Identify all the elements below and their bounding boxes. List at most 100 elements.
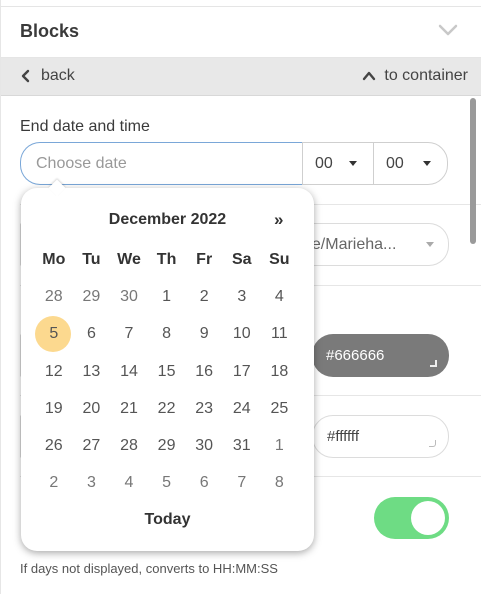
text-color-input[interactable]: #666666: [312, 334, 449, 377]
minute-select[interactable]: 00: [373, 142, 448, 185]
next-month-button[interactable]: »: [274, 210, 283, 230]
navigation-bar: back to container: [1, 58, 481, 96]
calendar-day-number: 2: [199, 288, 209, 306]
calendar-day[interactable]: 2: [185, 278, 223, 315]
calendar-day[interactable]: 12: [35, 353, 73, 390]
calendar-day[interactable]: 27: [73, 427, 111, 464]
chevron-up-icon: [363, 71, 376, 81]
background-color-value: #ffffff: [327, 428, 359, 445]
weekday-label: Tu: [82, 250, 101, 268]
calendar-day-number: 7: [237, 474, 247, 492]
calendar-day-number: 30: [195, 437, 214, 455]
toggle-knob: [411, 501, 445, 535]
to-container-button[interactable]: to container: [362, 67, 468, 85]
calendar-day[interactable]: 7: [223, 464, 261, 501]
calendar-day-number: 5: [162, 474, 172, 492]
display-days-toggle[interactable]: [374, 497, 449, 539]
calendar-day[interactable]: 13: [73, 353, 111, 390]
calendar-day-number: 14: [120, 362, 138, 380]
caret-down-icon: [423, 161, 431, 166]
calendar-day[interactable]: 6: [73, 315, 111, 352]
calendar-day[interactable]: 10: [223, 315, 261, 352]
calendar-day-number: 1: [162, 288, 172, 306]
resize-handle-icon: [430, 360, 437, 367]
calendar-day[interactable]: 15: [148, 353, 186, 390]
calendar-day-number: 28: [44, 288, 63, 306]
calendar-day-number: 21: [120, 399, 138, 417]
calendar-day-number: 17: [232, 362, 251, 380]
text-color-value: #666666: [326, 347, 385, 364]
calendar-day[interactable]: 1: [261, 427, 299, 464]
calendar-day[interactable]: 7: [110, 315, 148, 352]
calendar-day-number: 29: [157, 437, 176, 455]
calendar-day-number: 8: [162, 325, 172, 343]
resize-handle-icon: [429, 440, 436, 447]
weekday-label: We: [117, 250, 141, 268]
timezone-value: pe/Marieha...: [303, 235, 397, 253]
calendar-day[interactable]: 3: [223, 278, 261, 315]
calendar-day[interactable]: 4: [261, 278, 299, 315]
today-button[interactable]: Today: [21, 511, 314, 529]
calendar-day-number: 18: [270, 362, 289, 380]
calendar-day-number: 11: [271, 325, 288, 343]
calendar-day-number: 27: [82, 437, 101, 455]
calendar-day[interactable]: 14: [110, 353, 148, 390]
back-button[interactable]: back: [19, 67, 75, 85]
calendar-day[interactable]: 2: [35, 464, 73, 501]
calendar-day-number: 1: [274, 437, 284, 455]
calendar-day[interactable]: 4: [110, 464, 148, 501]
calendar-day-number: 13: [82, 362, 101, 380]
calendar-day[interactable]: 28: [35, 278, 73, 315]
calendar-day[interactable]: 17: [223, 353, 261, 390]
calendar-day[interactable]: 9: [185, 315, 223, 352]
calendar-day-number: 31: [232, 437, 251, 455]
calendar-day-number: 10: [232, 325, 251, 343]
calendar-day[interactable]: 8: [148, 315, 186, 352]
calendar-day[interactable]: 3: [73, 464, 111, 501]
calendar-day[interactable]: 1: [148, 278, 186, 315]
hour-select[interactable]: 00: [302, 142, 374, 185]
calendar-day[interactable]: 18: [261, 353, 299, 390]
hint-text: If days not displayed, converts to HH:MM…: [20, 561, 278, 576]
calendar-day[interactable]: 29: [148, 427, 186, 464]
calendar-day[interactable]: 31: [223, 427, 261, 464]
scrollbar-thumb[interactable]: [470, 98, 476, 244]
calendar-day[interactable]: 26: [35, 427, 73, 464]
calendar-day[interactable]: 30: [110, 278, 148, 315]
caret-down-icon: [349, 161, 357, 166]
calendar-day[interactable]: 21: [110, 390, 148, 427]
calendar-day[interactable]: 19: [35, 390, 73, 427]
calendar-day[interactable]: 30: [185, 427, 223, 464]
background-color-input[interactable]: #ffffff: [312, 415, 449, 458]
calendar-day-number: 20: [82, 399, 101, 417]
calendar-day[interactable]: 23: [185, 390, 223, 427]
minute-value: 00: [386, 154, 404, 172]
calendar-week-row: 12 13 14 15 16 17 18: [35, 353, 298, 390]
calendar-day-number: 8: [274, 474, 284, 492]
calendar-day[interactable]: 28: [110, 427, 148, 464]
caret-down-icon: [426, 242, 434, 247]
weekday-label: Sa: [231, 250, 252, 268]
calendar-week-row: 26 27 28 29 30 31 1: [35, 427, 298, 464]
calendar-day-number: 30: [120, 288, 138, 306]
calendar-day[interactable]: 24: [223, 390, 261, 427]
calendar-day[interactable]: 11: [261, 315, 299, 352]
calendar-day[interactable]: 22: [148, 390, 186, 427]
blocks-section-header[interactable]: Blocks: [1, 6, 481, 58]
calendar-day[interactable]: 20: [73, 390, 111, 427]
calendar-day-number: 23: [195, 399, 214, 417]
calendar-day[interactable]: 29: [73, 278, 111, 315]
calendar-grid: Mo Tu We Th Fr Sa Su 28 29 30 1 2 3 4 5 6 7 8 9 10 11…: [35, 241, 298, 501]
end-date-input[interactable]: [20, 142, 302, 185]
calendar-day[interactable]: 8: [261, 464, 299, 501]
calendar-day-number: 5: [49, 325, 59, 343]
calendar-day[interactable]: 25: [261, 390, 299, 427]
calendar-day-selected[interactable]: 5: [35, 315, 73, 353]
timezone-select[interactable]: pe/Marieha...: [301, 223, 449, 266]
calendar-day[interactable]: 6: [185, 464, 223, 501]
chevron-down-icon[interactable]: [437, 23, 459, 37]
calendar-day[interactable]: 16: [185, 353, 223, 390]
calendar-day[interactable]: 5: [148, 464, 186, 501]
calendar-day-number: 24: [232, 399, 251, 417]
calendar-day-number: 2: [49, 474, 59, 492]
